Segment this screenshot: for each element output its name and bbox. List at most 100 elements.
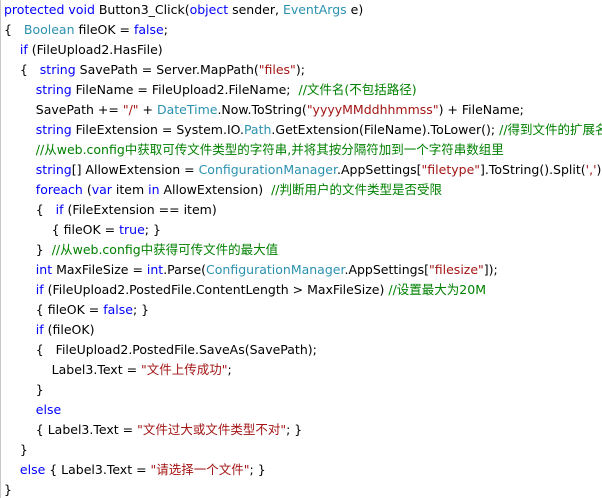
code-token: sender, <box>228 2 283 17</box>
code-line: if (FileUpload2.HasFile) <box>4 40 163 60</box>
keyword-token: true <box>119 222 145 237</box>
string-token: "filesize" <box>429 262 484 277</box>
string-token: "请选择一个文件" <box>150 462 250 477</box>
code-line: foreach (var item in AllowExtension) //判… <box>4 180 442 200</box>
code-token: } <box>4 482 12 497</box>
code-line: { FileUpload2.PostedFile.SaveAs(SavePath… <box>4 340 317 360</box>
comment-token: //得到文件的扩展名 <box>499 122 602 137</box>
code-token: ; } <box>132 302 150 317</box>
code-line: { string SavePath = Server.MapPath("file… <box>4 60 305 80</box>
code-token: e) <box>346 2 364 17</box>
comment-token: //设置最大为20M <box>388 282 486 297</box>
type-token: ConfigurationManager <box>198 162 337 177</box>
keyword-token: if <box>55 202 64 217</box>
code-line: if (FileUpload2.PostedFile.ContentLength… <box>4 280 486 300</box>
code-token: } <box>4 242 52 257</box>
code-token: (FileUpload2.PostedFile.ContentLength > … <box>43 282 389 297</box>
code-token: { fileOK = <box>4 222 120 237</box>
string-token: "filetype" <box>421 162 481 177</box>
code-line: { fileOK = true; } <box>4 220 161 240</box>
code-token: Label3.Text = <box>4 362 142 377</box>
code-token: + <box>138 102 157 117</box>
keyword-token: string <box>35 162 72 177</box>
code-line: } <box>4 440 28 460</box>
code-line: string[] AllowExtension = ConfigurationM… <box>4 160 602 180</box>
keyword-token: void <box>68 2 95 17</box>
code-line: string FileExtension = System.IO.Path.Ge… <box>4 120 602 140</box>
code-token: .Parse( <box>163 262 207 277</box>
code-line: } <box>4 380 44 400</box>
code-token: ; } <box>144 222 161 237</box>
string-token: "yyyyMMddhhmmss" <box>306 102 439 117</box>
keyword-token: false <box>103 302 133 317</box>
keyword-token: else <box>35 402 62 417</box>
comment-token: //判断用户的文件类型是否受限 <box>271 182 442 197</box>
code-token: (FileUpload2.HasFile) <box>27 42 163 57</box>
comment-token: //文件名(不包括路径) <box>298 82 417 97</box>
code-token: ; <box>163 22 168 37</box>
code-token: { Label3.Text = <box>4 422 138 437</box>
comment-token: //从web.config中获得可传文件的最大值 <box>51 242 279 257</box>
code-line: { if (FileExtension == item) <box>4 200 217 220</box>
code-token: { <box>4 62 40 77</box>
keyword-token: false <box>133 22 164 37</box>
code-line: { fileOK = false; } <box>4 300 149 320</box>
code-token: { Label3.Text = <box>45 462 151 477</box>
code-token: (FileExtension == item) <box>63 202 217 217</box>
code-token: .AppSettings[ <box>344 262 430 277</box>
code-line: //从web.config中获取可传文件类型的字符串,并将其按分隔符加到一个字符… <box>4 140 504 160</box>
code-token: SavePath += <box>4 102 123 117</box>
code-token: MaxFileSize = <box>52 262 147 277</box>
keyword-token: int <box>35 262 53 277</box>
keyword-token: else <box>19 462 46 477</box>
code-token: ( <box>82 182 92 197</box>
string-token: "文件过大或文件类型不对" <box>137 422 287 437</box>
code-token: .AppSettings[ <box>337 162 422 177</box>
code-token: ) + FileName; <box>438 102 524 117</box>
keyword-token: if <box>19 42 28 57</box>
comment-token: //从web.config中获取可传文件类型的字符串,并将其按分隔符加到一个字符… <box>35 142 504 157</box>
code-token: ].ToString().Split( <box>480 162 586 177</box>
type-token: EventArgs <box>282 2 347 17</box>
code-token: .GetExtension(FileName).ToLower(); <box>271 122 500 137</box>
code-line: else { Label3.Text = "请选择一个文件"; } <box>4 460 266 480</box>
code-editor[interactable]: protected void Button3_Click(object send… <box>0 0 602 498</box>
code-line: protected void Button3_Click(object send… <box>4 0 363 20</box>
code-line: { Label3.Text = "文件过大或文件类型不对"; } <box>4 420 302 440</box>
code-line: string FileName = FileUpload2.FileName; … <box>4 80 417 100</box>
code-token: } <box>4 442 28 457</box>
string-token: "files" <box>258 62 296 77</box>
code-token: (fileOK) <box>43 322 95 337</box>
keyword-token: string <box>35 122 72 137</box>
code-token: { <box>4 202 56 217</box>
code-token: { fileOK = <box>4 302 104 317</box>
code-token: [] AllowExtension = <box>71 162 199 177</box>
string-token: "/" <box>122 102 139 117</box>
keyword-token: if <box>35 282 44 297</box>
code-token: { FileUpload2.PostedFile.SaveAs(SavePath… <box>4 342 317 357</box>
code-line: if (fileOK) <box>4 320 95 340</box>
code-token: AllowExtension) <box>159 182 272 197</box>
keyword-token: string <box>35 82 72 97</box>
type-token: Boolean <box>23 22 75 37</box>
code-token: ; } <box>286 422 303 437</box>
keyword-token: string <box>39 62 76 77</box>
code-token: ]); <box>483 262 498 277</box>
keyword-token: int <box>146 262 164 277</box>
code-token: ); <box>295 62 305 77</box>
keyword-token: var <box>91 182 112 197</box>
code-token: fileOK = <box>74 22 134 37</box>
code-line: int MaxFileSize = int.Parse(Configuratio… <box>4 260 498 280</box>
keyword-token: protected <box>4 2 65 17</box>
code-line: Label3.Text = "文件上传成功"; <box>4 360 232 380</box>
